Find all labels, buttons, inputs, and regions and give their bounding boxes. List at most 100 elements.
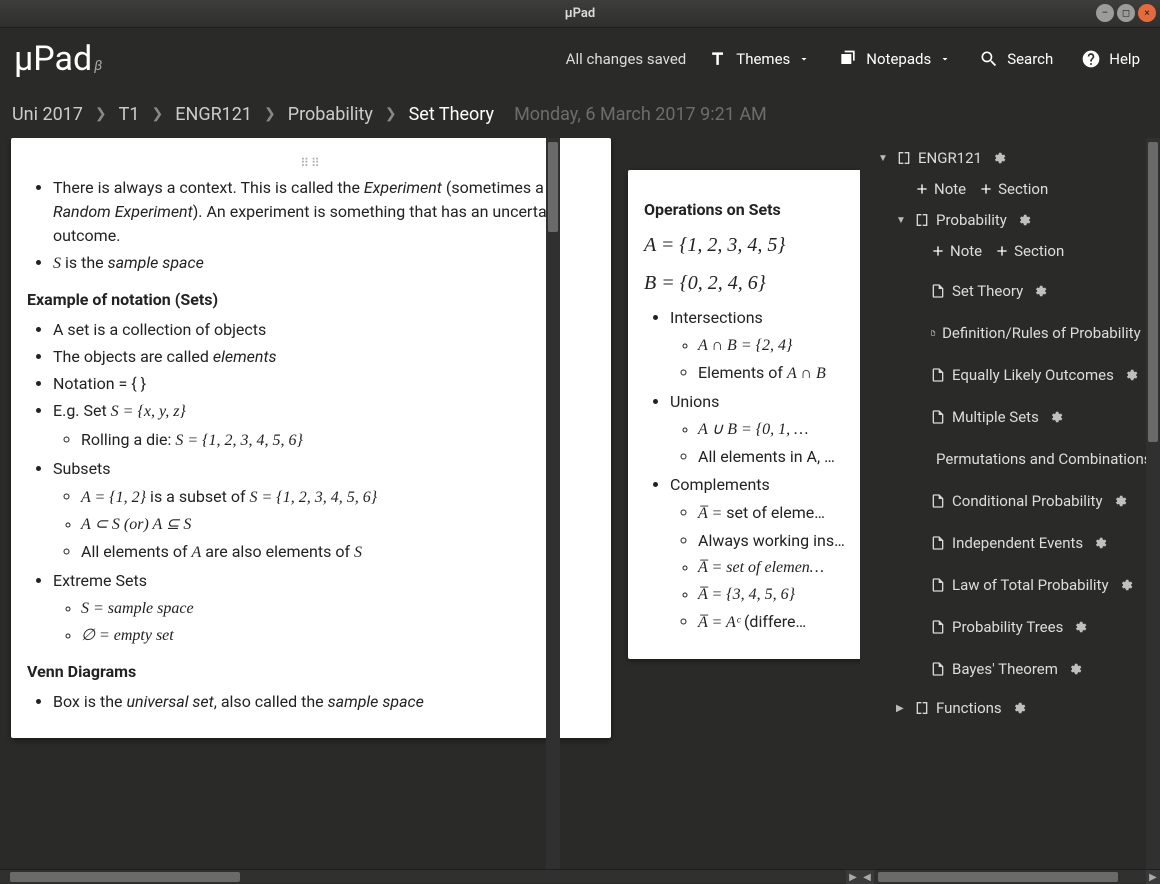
notepads-label: Notepads bbox=[866, 50, 931, 68]
chevron-right-icon: ❯ bbox=[264, 106, 276, 122]
note-text: E.g. Set S = {x, y, z} Rolling a die: S … bbox=[53, 399, 595, 453]
maximize-button[interactable]: ◻ bbox=[1117, 4, 1135, 22]
tree-page-item[interactable]: Equally Likely Outcomes bbox=[860, 354, 1160, 396]
gear-icon[interactable] bbox=[1012, 701, 1026, 715]
vertical-scrollbar[interactable] bbox=[546, 138, 560, 869]
scrollbar-thumb[interactable] bbox=[1148, 142, 1158, 442]
breadcrumb-item-active[interactable]: Set Theory bbox=[409, 104, 494, 125]
tree-page-label: Definition/Rules of Probability bbox=[942, 324, 1141, 342]
sidebar-horizontal-scrollbar[interactable]: ◀ ▶ bbox=[860, 869, 1160, 883]
breadcrumb-item[interactable]: T1 bbox=[119, 104, 140, 125]
breadcrumb-item[interactable]: Uni 2017 bbox=[12, 104, 83, 125]
window-title: µPad bbox=[565, 6, 595, 21]
note-text: A̅ = Aᶜ (differe… bbox=[698, 610, 860, 635]
close-button[interactable]: × bbox=[1138, 4, 1156, 22]
drag-handle[interactable]: ⠿⠿ bbox=[27, 154, 595, 172]
add-note-button[interactable]: Note bbox=[930, 242, 982, 260]
add-section-button[interactable]: Section bbox=[978, 180, 1048, 198]
plus-icon bbox=[994, 243, 1010, 259]
note-text: A ∪ B = {0, 1, … bbox=[698, 418, 860, 442]
help-icon bbox=[1081, 49, 1101, 69]
caret-right-icon[interactable]: ▶ bbox=[896, 703, 908, 714]
add-note-button[interactable]: Note bbox=[914, 180, 966, 198]
scroll-left-arrow[interactable]: ◀ bbox=[860, 870, 874, 884]
gear-icon[interactable] bbox=[1093, 536, 1107, 550]
window-controls: – ◻ × bbox=[1096, 4, 1156, 22]
caret-down-icon[interactable]: ▼ bbox=[878, 153, 890, 164]
note-text: A ∩ B = {2, 4} bbox=[698, 334, 860, 358]
tree-page-label: Equally Likely Outcomes bbox=[952, 366, 1114, 384]
tree-page-item[interactable]: Permutations and Combinations bbox=[860, 438, 1160, 480]
chevron-right-icon: ❯ bbox=[95, 106, 107, 122]
scrollbar-thumb[interactable] bbox=[548, 142, 558, 232]
tree-page-item[interactable]: Multiple Sets bbox=[860, 396, 1160, 438]
book-icon bbox=[914, 212, 930, 228]
tree-page-label: Law of Total Probability bbox=[952, 576, 1109, 594]
scrollbar-thumb[interactable] bbox=[10, 872, 240, 882]
top-nav: µPad β All changes saved Themes Notepads… bbox=[0, 28, 1160, 90]
gear-icon[interactable] bbox=[1068, 662, 1082, 676]
note-text: B = {0, 2, 4, 6} bbox=[644, 268, 860, 298]
tree-page-label: Bayes' Theorem bbox=[952, 660, 1058, 678]
main-area: ⠿⠿ There is always a context. This is ca… bbox=[0, 138, 1160, 869]
add-section-button[interactable]: Section bbox=[994, 242, 1064, 260]
tree-page-item[interactable]: Probability Trees bbox=[860, 606, 1160, 648]
notepads-menu[interactable]: Notepads bbox=[832, 45, 957, 73]
save-status: All changes saved bbox=[566, 50, 687, 68]
gear-icon[interactable] bbox=[1049, 410, 1063, 424]
themes-menu[interactable]: Themes bbox=[702, 45, 816, 73]
tree-add-row: Note Section bbox=[860, 170, 1160, 208]
sidebar-vertical-scrollbar[interactable] bbox=[1146, 138, 1160, 869]
search-icon bbox=[979, 49, 999, 69]
note-card[interactable]: ⠿⠿ There is always a context. This is ca… bbox=[11, 138, 611, 738]
note-text: Notation = { } bbox=[53, 372, 595, 396]
note-heading: Venn Diagrams bbox=[27, 660, 595, 684]
tree-page-label: Set Theory bbox=[952, 282, 1023, 300]
note-heading: Example of notation (Sets) bbox=[27, 288, 595, 312]
tree-page-item[interactable]: Bayes' Theorem bbox=[860, 648, 1160, 690]
app-logo[interactable]: µPad β bbox=[14, 39, 102, 79]
note-card[interactable]: Operations on Sets A = {1, 2, 3, 4, 5} B… bbox=[628, 170, 860, 659]
note-text: Complements A̅ = set of eleme… Always wo… bbox=[670, 473, 860, 635]
note-canvas[interactable]: ⠿⠿ There is always a context. This is ca… bbox=[0, 138, 860, 869]
breadcrumb-item[interactable]: Probability bbox=[288, 104, 373, 125]
note-text: Rolling a die: S = {1, 2, 3, 4, 5, 6} bbox=[81, 428, 595, 453]
note-text: A̅ = {3, 4, 5, 6} bbox=[698, 583, 860, 607]
minimize-button[interactable]: – bbox=[1096, 4, 1114, 22]
scroll-right-arrow[interactable]: ▶ bbox=[1146, 870, 1160, 884]
note-text: A = {1, 2} is a subset of S = {1, 2, 3, … bbox=[81, 485, 595, 510]
tree-page-item[interactable]: Conditional Probability bbox=[860, 480, 1160, 522]
gear-icon[interactable] bbox=[1113, 494, 1127, 508]
tree-page-item[interactable]: Set Theory bbox=[860, 270, 1160, 312]
tree-section-probability[interactable]: ▼ Probability bbox=[860, 208, 1160, 232]
note-text: S = sample space bbox=[81, 597, 595, 621]
note-icon bbox=[930, 283, 946, 299]
tree-page-item[interactable]: Independent Events bbox=[860, 522, 1160, 564]
canvas-horizontal-scrollbar[interactable]: ▶ bbox=[0, 869, 860, 883]
bottom-scrollbars: ▶ ◀ ▶ bbox=[0, 869, 1160, 883]
gear-icon[interactable] bbox=[992, 151, 1006, 165]
note-icon bbox=[930, 619, 946, 635]
tree-page-item[interactable]: Law of Total Probability bbox=[860, 564, 1160, 606]
caret-down-icon[interactable]: ▼ bbox=[896, 215, 908, 226]
gear-icon[interactable] bbox=[1017, 213, 1031, 227]
search-button[interactable]: Search bbox=[973, 45, 1059, 73]
help-button[interactable]: Help bbox=[1075, 45, 1146, 73]
note-text: Subsets A = {1, 2} is a subset of S = {1… bbox=[53, 457, 595, 565]
scrollbar-thumb[interactable] bbox=[878, 872, 1118, 882]
breadcrumb-item[interactable]: ENGR121 bbox=[175, 104, 252, 125]
add-note-label: Note bbox=[950, 242, 982, 260]
tree-section-functions[interactable]: ▶ Functions bbox=[860, 696, 1160, 720]
gear-icon[interactable] bbox=[1033, 284, 1047, 298]
note-text: S is the sample space bbox=[53, 251, 595, 276]
gear-icon[interactable] bbox=[1124, 368, 1138, 382]
tree-section-engr121[interactable]: ▼ ENGR121 bbox=[860, 146, 1160, 170]
note-text: A̅ = set of eleme… bbox=[698, 501, 860, 526]
scroll-right-arrow[interactable]: ▶ bbox=[846, 870, 860, 884]
note-text: A̅ = set of elemen… bbox=[698, 556, 860, 580]
gear-icon[interactable] bbox=[1119, 578, 1133, 592]
note-text: ∅ = empty set bbox=[81, 624, 595, 648]
chevron-right-icon: ❯ bbox=[385, 106, 397, 122]
tree-page-item[interactable]: Definition/Rules of Probability bbox=[860, 312, 1160, 354]
gear-icon[interactable] bbox=[1073, 620, 1087, 634]
